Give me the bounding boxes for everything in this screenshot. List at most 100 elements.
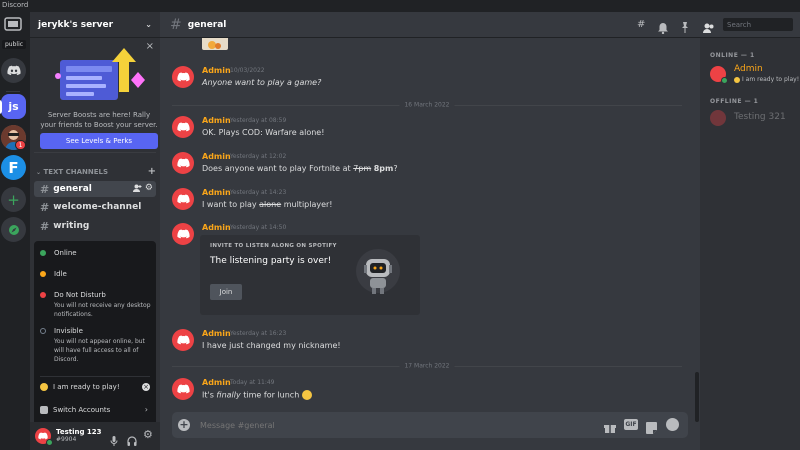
- gift-icon[interactable]: [604, 419, 616, 438]
- discord-home-icon[interactable]: [1, 58, 26, 83]
- settings-gear-icon[interactable]: ⚙: [143, 428, 153, 441]
- avatar[interactable]: [172, 152, 194, 174]
- member-list: ONLINE — 1 Admin I am ready to play! OFF…: [700, 12, 800, 450]
- emoji-icon[interactable]: [666, 418, 679, 431]
- server-js-icon[interactable]: js: [1, 94, 26, 119]
- close-icon[interactable]: ×: [146, 41, 154, 52]
- status-menu: Online Idle Do Not Disturb You will not …: [34, 241, 156, 431]
- avatar[interactable]: [172, 188, 194, 210]
- headphones-icon[interactable]: [127, 431, 137, 450]
- search-placeholder: Search: [727, 20, 752, 29]
- message-timestamp: Yesterday at 14:50: [230, 224, 287, 231]
- message-composer: + GIF: [172, 412, 688, 438]
- chat-area: # general # Admin 10/03/2022 Anyone want…: [160, 12, 700, 450]
- status-idle[interactable]: Idle: [40, 270, 67, 278]
- message-author[interactable]: Admin: [202, 188, 231, 197]
- online-header: ONLINE — 1: [710, 52, 755, 59]
- date-divider: 17 March 2022: [172, 362, 682, 370]
- date-divider-label: 16 March 2022: [399, 101, 455, 109]
- join-button[interactable]: Join: [210, 284, 242, 300]
- boost-illustration-icon: [55, 48, 145, 100]
- threads-icon[interactable]: #: [637, 19, 645, 30]
- member-item[interactable]: Testing 321: [710, 109, 795, 129]
- microphone-icon[interactable]: [110, 431, 118, 450]
- server-name: jerykk's server: [38, 19, 114, 30]
- channel-welcome-channel[interactable]: # welcome-channel: [34, 199, 156, 215]
- message-author[interactable]: Admin: [202, 378, 231, 387]
- avatar[interactable]: [172, 116, 194, 138]
- status-online[interactable]: Online: [40, 249, 77, 257]
- status-label: Do Not Disturb: [54, 291, 106, 299]
- message-author[interactable]: Admin: [202, 223, 231, 232]
- text-bold: 8pm: [373, 164, 394, 173]
- add-server-icon[interactable]: +: [1, 187, 26, 212]
- guild-separator: [6, 91, 20, 92]
- server-f-label: F: [8, 158, 19, 177]
- avatar[interactable]: [172, 223, 194, 245]
- invite-icon[interactable]: [133, 184, 142, 195]
- status-invisible[interactable]: Invisible You will not appear online, bu…: [40, 327, 154, 364]
- switch-accounts-label: Switch Accounts: [53, 406, 111, 414]
- custom-status[interactable]: I am ready to play! ×: [40, 383, 150, 391]
- text-segment: multiplayer!: [281, 200, 333, 209]
- hash-icon: #: [170, 16, 182, 33]
- member-item[interactable]: Admin I am ready to play!: [710, 64, 799, 86]
- message-text: I have just changed my nickname!: [202, 341, 341, 350]
- pin-icon[interactable]: [680, 18, 690, 37]
- channel-general[interactable]: # general ⚙: [34, 181, 156, 197]
- avatar[interactable]: [172, 378, 194, 400]
- status-dnd[interactable]: Do Not Disturb You will not receive any …: [40, 291, 154, 319]
- server-fortnite-icon[interactable]: F: [1, 155, 26, 180]
- text-channels-category[interactable]: ⌄ TEXT CHANNELS +: [36, 167, 156, 177]
- message-timestamp: Yesterday at 16:23: [230, 330, 287, 337]
- text-italic: finally: [216, 390, 241, 400]
- chevron-down-icon[interactable]: ⌄: [145, 20, 152, 29]
- user-tag: #9904: [56, 436, 77, 443]
- status-label: Online: [54, 249, 77, 257]
- message-text: I want to play alone multiplayer!: [202, 200, 333, 209]
- status-description: You will not receive any desktop notific…: [54, 302, 151, 318]
- custom-status-label: I am ready to play!: [53, 383, 120, 391]
- add-attachment-icon[interactable]: +: [178, 419, 190, 431]
- avatar[interactable]: [35, 428, 53, 446]
- member-status-text: I am ready to play!: [742, 76, 800, 83]
- gear-icon[interactable]: ⚙: [145, 183, 153, 193]
- category-label: TEXT CHANNELS: [43, 168, 109, 176]
- switch-accounts[interactable]: Switch Accounts ›: [40, 405, 150, 414]
- members-toggle-icon[interactable]: [703, 18, 714, 37]
- avatar[interactable]: [172, 329, 194, 351]
- idle-moon-icon: [40, 271, 46, 277]
- avatar: [710, 66, 728, 84]
- smile-icon: [734, 76, 740, 83]
- offline-header: OFFLINE — 1: [710, 98, 759, 105]
- notification-bell-icon[interactable]: [658, 19, 668, 38]
- message-text: It's finally time for lunch: [202, 390, 312, 400]
- avatar[interactable]: [172, 66, 194, 88]
- sticker-icon[interactable]: [646, 419, 657, 438]
- see-levels-perks-button[interactable]: See Levels & Perks: [40, 133, 158, 149]
- title-bar: Discord: [0, 0, 800, 12]
- status-description: You will not appear online, but will hav…: [54, 338, 145, 363]
- app-title: Discord: [2, 1, 29, 9]
- channel-writing[interactable]: # writing: [34, 218, 156, 234]
- gif-icon[interactable]: GIF: [624, 419, 638, 430]
- explore-servers-icon[interactable]: [1, 217, 26, 242]
- message-author[interactable]: Admin: [202, 66, 231, 75]
- server-header[interactable]: jerykk's server ⌄: [30, 12, 160, 38]
- message-input[interactable]: [200, 420, 580, 430]
- message-author[interactable]: Admin: [202, 152, 231, 161]
- text-segment: I want to play: [202, 200, 260, 209]
- message-author[interactable]: Admin: [202, 329, 231, 338]
- direct-messages-icon[interactable]: [4, 16, 22, 31]
- server-tooltip-public: public: [2, 40, 27, 49]
- add-channel-icon[interactable]: +: [148, 167, 156, 177]
- attachment-image[interactable]: [202, 38, 228, 50]
- clear-status-icon[interactable]: ×: [142, 383, 150, 391]
- boost-promo: × Server Boosts are here! Rally your fri…: [34, 38, 158, 153]
- scrollbar[interactable]: [695, 372, 699, 422]
- message-author[interactable]: Admin: [202, 116, 231, 125]
- presence-dot-icon: [46, 439, 53, 446]
- member-name: Testing 321: [734, 112, 786, 122]
- message-timestamp: Yesterday at 08:59: [230, 117, 287, 124]
- search-box[interactable]: Search: [723, 18, 793, 31]
